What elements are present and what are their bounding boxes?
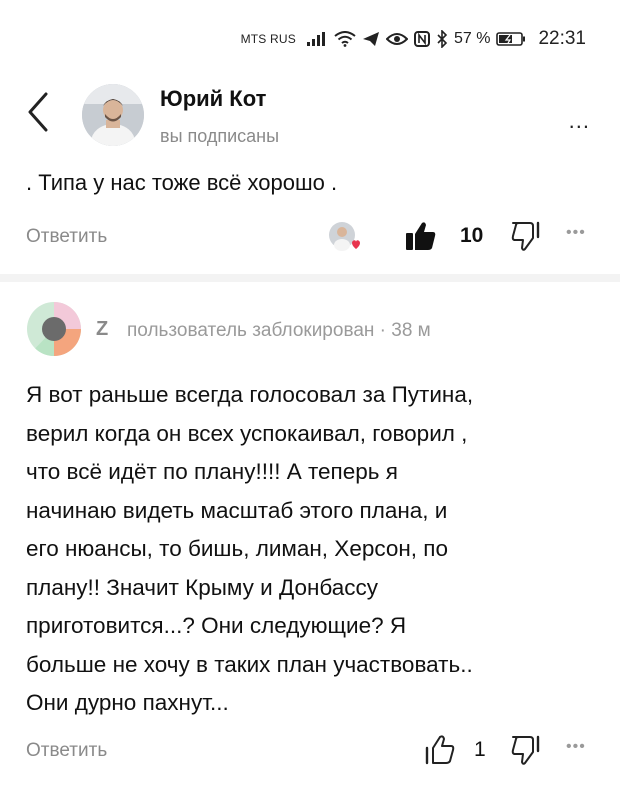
comment-body: Я вот раньше всегда голосовал за Путина,… [26, 376, 601, 723]
dislike-button[interactable] [510, 220, 544, 257]
blocked-status: пользователь заблокирован · 38 м [127, 320, 431, 341]
telegram-icon [362, 31, 380, 47]
divider [0, 274, 620, 282]
battery-icon [496, 31, 526, 47]
battery-percent: 57 % [453, 30, 491, 47]
comment-line: начинаю видеть масштаб этого плана, и [26, 497, 448, 523]
user-initial: Z [96, 318, 109, 340]
reply-button[interactable]: Ответить [26, 740, 107, 762]
clock: 22:31 [538, 28, 586, 49]
comment-line: плану!! Значит Крыму и Донбассу [26, 574, 379, 600]
like-button[interactable] [404, 220, 438, 257]
liker-avatar [328, 221, 362, 255]
chevron-left-icon [28, 92, 48, 132]
comment-line: верил когда он всех успокаивал, говорил … [26, 420, 468, 446]
reply-button[interactable]: Ответить [26, 226, 107, 248]
author-avatar[interactable] [82, 84, 144, 146]
wifi-icon [334, 31, 356, 47]
comment-line: его нюансы, то бишь, лиман, Херсон, по [26, 536, 448, 561]
back-button[interactable] [22, 90, 56, 134]
comment-line: больше не хочу в таких план участвовать.… [26, 651, 473, 677]
comment-more-button[interactable]: ••• [566, 738, 586, 756]
comment-text: . Типа у нас тоже всё хорошо . [26, 170, 338, 195]
like-count: 1 [474, 738, 486, 761]
thumbs-down-icon [511, 221, 540, 251]
heart-icon [352, 240, 360, 249]
thumbs-down-icon [511, 735, 540, 765]
comment-line: Они дурно пахнут... [26, 690, 229, 715]
comment-line: приготовится...? Они следующие? Я [26, 613, 407, 638]
like-count: 10 [460, 224, 484, 247]
thumbs-up-icon [425, 735, 455, 765]
signal-icon [306, 31, 328, 47]
comment-more-button[interactable]: ••• [566, 224, 586, 242]
comment-line: Я вот раньше всегда голосовал за Путина, [26, 382, 474, 407]
carrier-label: MTS RUS [240, 32, 296, 46]
nfc-icon [413, 31, 430, 47]
author-name[interactable]: Юрий Кот [160, 86, 266, 112]
more-options-button[interactable]: ... [569, 108, 590, 134]
status-bar: MTS RUS 57 % 22:31 [241, 26, 586, 52]
dislike-button[interactable] [510, 734, 544, 771]
like-button[interactable] [422, 734, 456, 771]
subscription-status: вы подписаны [160, 126, 280, 146]
eye-icon [385, 31, 408, 47]
thumbs-up-filled-icon [406, 222, 436, 250]
blocked-user-avatar [27, 302, 81, 356]
bluetooth-icon [436, 30, 448, 48]
comment-line: что всё идёт по плану!!!! А теперь я [26, 459, 398, 484]
